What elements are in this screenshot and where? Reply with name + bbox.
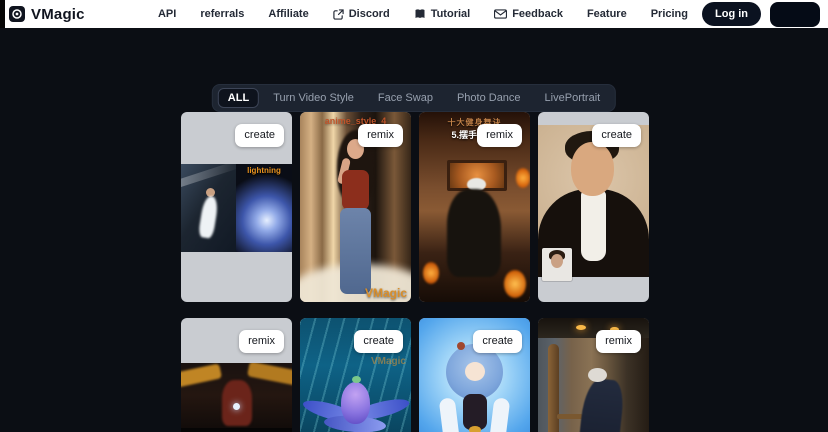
nav-link-pricing[interactable]: Pricing [651,8,688,20]
art-layer [423,262,439,284]
art-layer [581,191,606,261]
nav-link-feature[interactable]: Feature [587,8,627,20]
nav-link-feedback[interactable]: Feedback [494,8,563,20]
video-card[interactable]: 十大健身舞诀 5.摆手 甩肘 remix [419,112,530,302]
art-layer [516,168,530,188]
art-layer [465,362,485,381]
remix-button[interactable]: remix [239,330,284,353]
video-card[interactable]: remix [181,318,292,432]
tab-all[interactable]: ALL [218,88,259,108]
tab-photo-dance[interactable]: Photo Dance [447,88,531,108]
book-icon [414,8,426,20]
watermark: VMagic [371,356,406,367]
mail-icon [494,9,507,19]
brand-name: VMagic [31,6,85,23]
card-thumbnail-art [181,363,292,428]
art-layer [247,363,292,386]
art-layer [341,382,370,424]
overlay-caption: lightning [236,166,292,175]
create-button[interactable]: create [235,124,284,147]
art-layer [551,254,563,268]
login-button[interactable]: Log in [702,2,761,26]
create-button[interactable]: create [592,124,641,147]
page: VMagic API referrals Affiliate Discord T… [0,0,828,432]
source-face-inset [542,248,572,281]
vmagic-logo-icon [9,6,25,22]
art-layer [198,195,219,239]
video-card[interactable]: create [538,112,649,302]
art-layer [463,394,487,430]
nav-left-edge [0,0,5,28]
nav-link-discord[interactable]: Discord [333,8,390,20]
remix-button[interactable]: remix [358,124,403,147]
art-layer [233,403,240,410]
art-layer [504,270,526,298]
sign-up-button[interactable] [770,2,820,27]
art-layer [469,426,481,432]
art-layer [340,208,371,294]
art-layer [447,189,501,277]
filter-tabbar: ALL Turn Video Style Face Swap Photo Dan… [212,84,616,112]
art-layer [342,170,369,210]
template-grid: lightning create anime_style_4 VMagic re… [181,112,649,432]
nav-link-referrals[interactable]: referrals [200,8,244,20]
video-card[interactable]: create [419,318,530,432]
video-card[interactable]: lightning create [181,112,292,302]
card-thumbnail-art: lightning [181,164,292,252]
art-layer [181,363,222,387]
nav-link-affiliate[interactable]: Affiliate [268,8,308,20]
tab-turn-video-style[interactable]: Turn Video Style [263,88,364,108]
nav-link-tutorial[interactable]: Tutorial [414,8,471,20]
art-layer: lightning [236,164,292,252]
create-button[interactable]: create [354,330,403,353]
art-layer [352,376,361,383]
external-link-icon [333,9,344,20]
remix-button[interactable]: remix [596,330,641,353]
art-layer [181,164,236,252]
art-layer [457,342,465,350]
art-layer [571,142,614,196]
tab-face-swap[interactable]: Face Swap [368,88,443,108]
art-layer [588,368,607,382]
brand-logo[interactable]: VMagic [9,6,85,23]
video-card[interactable]: remix [538,318,649,432]
remix-button[interactable]: remix [477,124,522,147]
nav-link-api[interactable]: API [158,8,176,20]
art-layer [181,428,292,432]
watermark: VMagic [365,286,407,300]
create-button[interactable]: create [473,330,522,353]
nav-links: API referrals Affiliate Discord Tutorial… [158,8,688,20]
video-card[interactable]: anime_style_4 VMagic remix [300,112,411,302]
art-layer [557,414,583,419]
tab-liveportrait[interactable]: LivePortrait [535,88,611,108]
video-card[interactable]: VMagic create [300,318,411,432]
top-navbar: VMagic API referrals Affiliate Discord T… [0,0,828,28]
art-layer [576,325,586,330]
art-layer [181,164,236,189]
